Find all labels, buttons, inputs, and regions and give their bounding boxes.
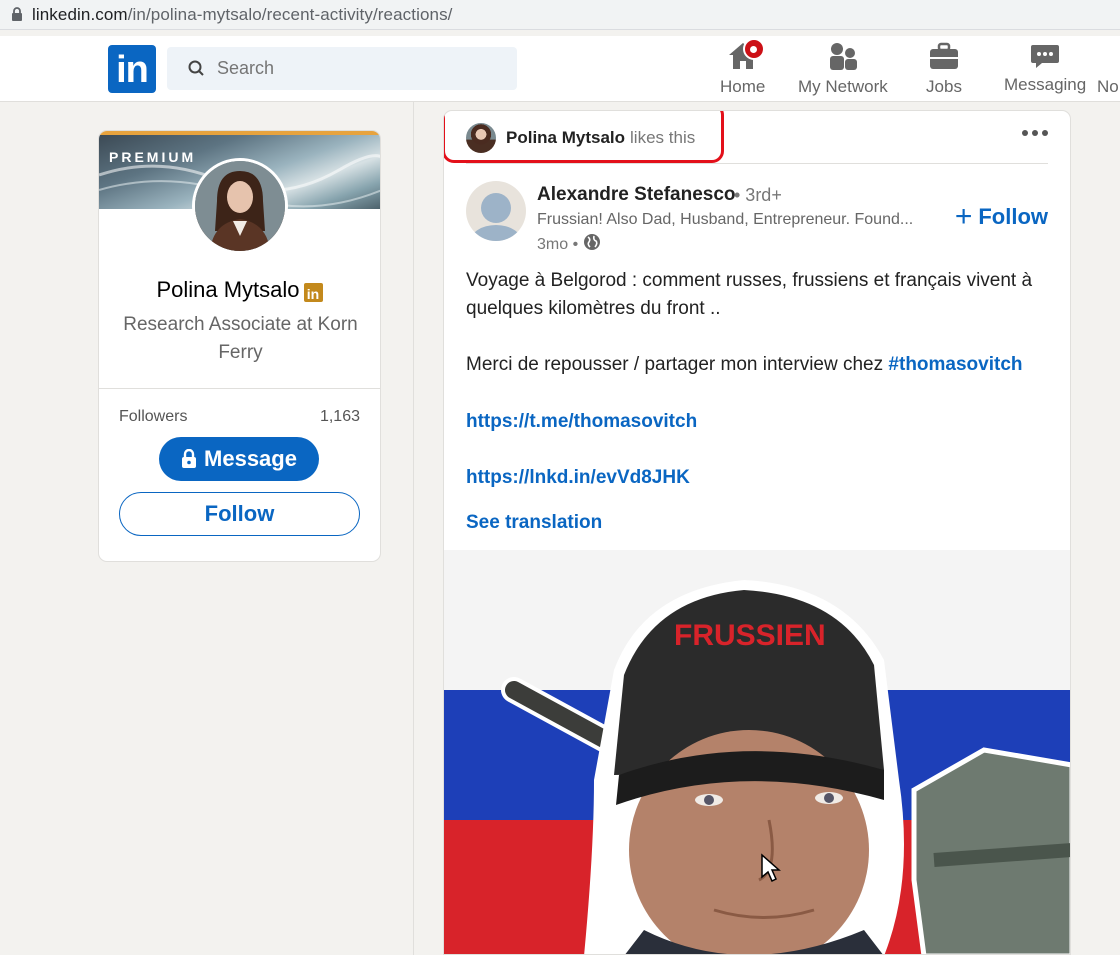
post-image[interactable]: FRUSSIEN — [444, 550, 1070, 954]
search-input[interactable] — [217, 58, 497, 79]
home-icon — [725, 38, 765, 72]
connection-degree: • 3rd+ — [734, 185, 782, 205]
liker-action: likes this — [630, 128, 696, 147]
search-bar[interactable] — [167, 47, 517, 90]
bell-icon — [1097, 40, 1120, 72]
profile-name-text: Polina Mytsalo — [156, 277, 300, 302]
post-time-text: 3mo • — [537, 235, 579, 253]
follow-author-label: Follow — [978, 204, 1048, 229]
post-social-context[interactable]: Polina Mytsalo likes this — [466, 123, 695, 153]
plus-icon: + — [954, 200, 973, 233]
post-text-paragraph-1: Voyage à Belgorod : comment russes, frus… — [466, 270, 1033, 319]
message-button[interactable]: Message — [159, 437, 319, 481]
url-host: linkedin.com — [32, 4, 128, 24]
notification-badge — [742, 38, 765, 60]
author-headline: Frussian! Also Dad, Husband, Entrepreneu… — [537, 211, 914, 228]
nav-my-network-label: My Network — [798, 77, 888, 96]
nav-my-network[interactable]: My Network — [798, 40, 888, 100]
browser-url-bar[interactable]: linkedin.com/in/polina-mytsalo/recent-ac… — [0, 0, 1120, 30]
liker-avatar[interactable] — [466, 123, 496, 153]
url-path: /in/polina-mytsalo/recent-activity/react… — [127, 4, 453, 24]
nav-home-label: Home — [720, 77, 766, 96]
search-icon — [187, 59, 207, 79]
people-icon — [825, 40, 861, 72]
author-avatar[interactable] — [466, 181, 526, 241]
feed-post: Polina Mytsalo likes this Alexandre Stef… — [443, 110, 1071, 955]
briefcase-icon — [926, 40, 962, 72]
post-header-divider — [466, 163, 1048, 164]
profile-avatar[interactable] — [192, 158, 288, 254]
linkedin-logo[interactable]: in — [108, 45, 156, 93]
author-name[interactable]: Alexandre Stefanesco — [537, 184, 736, 206]
lock-icon — [6, 7, 28, 22]
top-nav: in Home My Network Jobs Messaging No — [0, 36, 1120, 102]
url-text[interactable]: linkedin.com/in/polina-mytsalo/recent-ac… — [32, 5, 453, 25]
nav-messaging-label: Messaging — [1004, 75, 1087, 94]
lock-icon — [181, 449, 197, 469]
more-options-icon[interactable] — [1022, 130, 1048, 136]
post-time: 3mo • — [537, 233, 601, 256]
post-link-2[interactable]: https://lnkd.in/evVd8JHK — [466, 464, 690, 492]
nav-jobs-label: Jobs — [926, 77, 962, 96]
nav-home[interactable]: Home — [720, 38, 766, 100]
premium-badge-icon: in — [303, 283, 323, 302]
followers-label: Followers — [119, 408, 188, 425]
hat-text: FRUSSIEN — [674, 619, 826, 652]
profile-card: PREMIUM Polina Mytsalo in Research Associ… — [98, 130, 381, 562]
liker-name[interactable]: Polina Mytsalo — [506, 128, 625, 148]
profile-headline: Research Associate at Korn Ferry — [123, 314, 358, 363]
message-button-label: Message — [204, 446, 297, 471]
profile-name[interactable]: Polina Mytsalo in — [99, 277, 380, 303]
feed-divider — [413, 102, 414, 955]
followers-count: 1,163 — [319, 408, 360, 425]
post-link-1[interactable]: https://t.me/thomasovitch — [466, 408, 697, 436]
nav-notifications-label: No — [1097, 77, 1119, 96]
chat-icon — [1027, 40, 1063, 72]
nav-jobs[interactable]: Jobs — [926, 40, 962, 100]
nav-notifications[interactable]: No — [1097, 40, 1120, 100]
follow-button[interactable]: Follow — [119, 492, 360, 536]
hashtag-link[interactable]: #thomasovitch — [888, 354, 1022, 375]
post-text-paragraph-2: Merci de repousser / partager mon interv… — [466, 351, 1023, 379]
nav-messaging[interactable]: Messaging — [1004, 40, 1086, 100]
see-translation-link[interactable]: See translation — [466, 509, 602, 537]
globe-icon — [583, 233, 601, 256]
card-divider — [99, 388, 380, 389]
post-text-prefix: Merci de repousser / partager mon interv… — [466, 354, 889, 375]
follow-author-button[interactable]: + Follow — [954, 200, 1048, 233]
